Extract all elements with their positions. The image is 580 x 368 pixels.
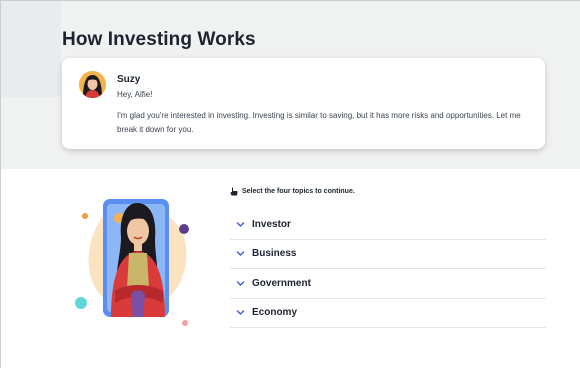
topic-government[interactable]: Government	[230, 269, 546, 299]
topic-label: Government	[252, 277, 311, 289]
decor-dot-orange	[82, 213, 88, 219]
guide-illustration	[71, 191, 201, 331]
message-text: I'm glad you're interested in investing.…	[117, 111, 521, 134]
decor-dot-pink	[182, 320, 188, 326]
chevron-down-icon	[236, 310, 245, 315]
face-shape	[127, 217, 149, 245]
topic-business[interactable]: Business	[230, 240, 546, 269]
hero-tint	[1, 1, 61, 97]
decor-dot-teal	[75, 297, 87, 309]
chevron-down-icon	[236, 281, 245, 286]
topic-label: Economy	[252, 307, 298, 319]
topic-list: Investor Business Government Economy	[230, 210, 546, 328]
shirt-shape	[127, 253, 149, 289]
speaker-name: Suzy	[117, 74, 141, 85]
chevron-down-icon	[236, 251, 245, 256]
decor-dot-purple	[179, 224, 189, 234]
avatar	[79, 71, 106, 98]
instruction-text: Select the four topics to continue.	[242, 188, 355, 195]
pointing-hand-icon	[230, 187, 238, 196]
instruction: Select the four topics to continue.	[230, 187, 355, 196]
purple-bag	[131, 290, 145, 317]
topic-investor[interactable]: Investor	[230, 210, 546, 240]
app-frame: How Investing Works Suzy Hey, Alfie! I'm…	[0, 0, 580, 368]
topic-economy[interactable]: Economy	[230, 299, 546, 328]
chevron-down-icon	[236, 222, 245, 227]
message-card: Suzy Hey, Alfie! I'm glad you're interes…	[62, 58, 545, 149]
greeting-text: Hey, Alfie!	[117, 90, 153, 99]
page-title: How Investing Works	[62, 29, 256, 50]
topic-label: Investor	[252, 218, 291, 230]
avatar-image	[79, 71, 106, 98]
topic-label: Business	[252, 248, 297, 260]
